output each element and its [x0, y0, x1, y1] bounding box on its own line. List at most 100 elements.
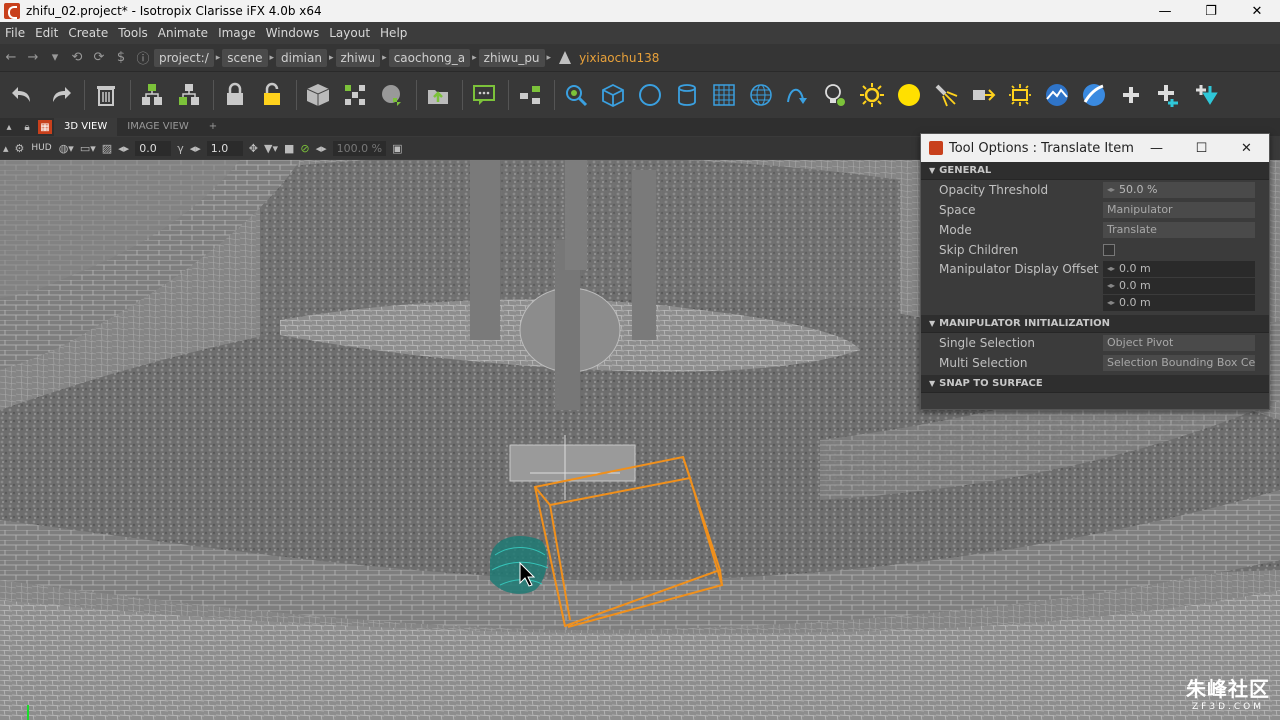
history-dropdown-icon[interactable]: ▾: [44, 47, 66, 69]
breadcrumb-project[interactable]: project:/: [154, 48, 214, 67]
breadcrumb-zhiwu-pu[interactable]: zhiwu_pu: [478, 48, 545, 67]
resolution-field[interactable]: 100.0 %: [332, 140, 387, 156]
refresh-icon[interactable]: ⟲: [66, 47, 88, 69]
skip-children-checkbox[interactable]: [1103, 244, 1115, 256]
sync-icon[interactable]: ⟳: [88, 47, 110, 69]
restore-button[interactable]: ❐: [1188, 0, 1234, 22]
breadcrumb-current[interactable]: yixiaochu138: [557, 50, 659, 66]
menu-tools[interactable]: Tools: [113, 26, 153, 40]
add-tab-button[interactable]: +: [199, 118, 227, 136]
opacity-threshold-field[interactable]: ◂▸ 50.0 %: [1103, 182, 1255, 198]
combiner-icon[interactable]: [338, 78, 372, 112]
multi-selection-dropdown[interactable]: Selection Bounding Box Cer: [1103, 355, 1255, 371]
snapshot-icon[interactable]: ▣: [392, 142, 402, 155]
back-arrow-icon[interactable]: ←: [0, 47, 22, 69]
viewport-menu-icon[interactable]: ▦: [38, 120, 52, 134]
slider-arrows-icon[interactable]: ◂▸: [316, 142, 327, 155]
pin-small-icon[interactable]: ▴: [3, 142, 9, 155]
slider-arrows-icon[interactable]: ◂▸: [190, 142, 201, 155]
close-button[interactable]: ✕: [1234, 0, 1280, 22]
settings-icon[interactable]: ⚙: [15, 142, 25, 155]
lock-icon[interactable]: [218, 78, 252, 112]
offset-y-field[interactable]: ◂▸ 0.0 m: [1103, 277, 1255, 294]
spot-light-icon[interactable]: [929, 78, 963, 112]
delete-icon[interactable]: [89, 78, 123, 112]
panel-minimize-button[interactable]: —: [1134, 141, 1179, 156]
slider-arrows-icon[interactable]: ◂▸: [1103, 182, 1119, 198]
box-icon[interactable]: [596, 78, 630, 112]
info-icon[interactable]: ⓘ: [132, 47, 154, 69]
tab-3d-view[interactable]: 3D VIEW: [54, 118, 118, 136]
panel-title-bar[interactable]: Tool Options : Translate Item — ☐ ✕: [921, 134, 1269, 162]
drop-to-ground-icon[interactable]: [1188, 78, 1222, 112]
comment-icon[interactable]: [467, 78, 501, 112]
ungroup-icon[interactable]: [172, 78, 206, 112]
breadcrumb-scene[interactable]: scene: [222, 48, 268, 67]
pin-icon[interactable]: ▴: [2, 120, 16, 134]
section-general[interactable]: ▼ GENERAL: [921, 162, 1269, 180]
forward-arrow-icon[interactable]: →: [22, 47, 44, 69]
sky-light-icon[interactable]: [1077, 78, 1111, 112]
slider-arrows-icon[interactable]: ◂▸: [1103, 261, 1119, 277]
environment-light-icon[interactable]: [1040, 78, 1074, 112]
breadcrumb-caochong[interactable]: caochong_a: [388, 48, 471, 67]
section-snap-to-surface[interactable]: ▼ SNAP TO SURFACE: [921, 375, 1269, 393]
menu-animate[interactable]: Animate: [153, 26, 213, 40]
sphere-icon[interactable]: [633, 78, 667, 112]
shading-mode-icon[interactable]: ◍▾: [59, 142, 74, 155]
point-light-icon[interactable]: [892, 78, 926, 112]
slider-arrows-icon[interactable]: ◂▸: [1103, 295, 1119, 311]
hud-toggle[interactable]: HUD: [31, 143, 51, 153]
space-dropdown[interactable]: Manipulator: [1103, 202, 1255, 218]
panel-close-button[interactable]: ✕: [1224, 141, 1269, 156]
hierarchy-icon[interactable]: [513, 78, 547, 112]
slider-arrows-icon[interactable]: ◂▸: [118, 142, 129, 155]
redo-icon[interactable]: [43, 78, 77, 112]
exposure-field[interactable]: 0.0: [135, 140, 172, 156]
plus-cross-icon[interactable]: [1114, 78, 1148, 112]
export-icon[interactable]: [421, 78, 455, 112]
section-manipulator-initialization[interactable]: ▼ MANIPULATOR INITIALIZATION: [921, 315, 1269, 333]
grid-icon[interactable]: [707, 78, 741, 112]
minimize-button[interactable]: —: [1142, 0, 1188, 22]
group-icon[interactable]: [135, 78, 169, 112]
panel-maximize-button[interactable]: ☐: [1179, 141, 1224, 156]
dollar-icon[interactable]: $: [110, 47, 132, 69]
add-locator-icon[interactable]: [1151, 78, 1185, 112]
filter-icon[interactable]: ▼▾: [264, 142, 278, 155]
tab-image-view[interactable]: IMAGE VIEW: [117, 118, 198, 136]
unlock-icon[interactable]: [255, 78, 289, 112]
menu-help[interactable]: Help: [375, 26, 412, 40]
menu-image[interactable]: Image: [213, 26, 261, 40]
directional-light-icon[interactable]: [966, 78, 1000, 112]
transform-icon[interactable]: ✥: [249, 142, 258, 155]
menu-layout[interactable]: Layout: [324, 26, 375, 40]
cylinder-icon[interactable]: [670, 78, 704, 112]
display-mode-icon[interactable]: ▭▾: [80, 142, 96, 155]
globe-icon[interactable]: [744, 78, 778, 112]
sun-light-icon[interactable]: [855, 78, 889, 112]
menu-file[interactable]: File: [0, 26, 30, 40]
wireframe-icon[interactable]: ▨: [102, 142, 112, 155]
gamma-icon[interactable]: γ: [177, 142, 184, 155]
undo-icon[interactable]: [6, 78, 40, 112]
breadcrumb-zhiwu[interactable]: zhiwu: [335, 48, 381, 67]
scatterer-icon[interactable]: [559, 78, 593, 112]
offset-x-field[interactable]: ◂▸ 0.0 m: [1103, 260, 1255, 277]
mode-dropdown[interactable]: Translate: [1103, 222, 1255, 238]
menu-windows[interactable]: Windows: [261, 26, 325, 40]
breadcrumb-dimian[interactable]: dimian: [276, 48, 327, 67]
light-bulb-icon[interactable]: [818, 78, 852, 112]
area-light-icon[interactable]: [1003, 78, 1037, 112]
render-toggle-icon[interactable]: ⊘: [300, 142, 309, 155]
single-selection-dropdown[interactable]: Object Pivot: [1103, 335, 1255, 351]
gamma-field[interactable]: 1.0: [206, 140, 243, 156]
camera-icon[interactable]: ■: [284, 142, 294, 155]
lock-small-icon[interactable]: 🔒︎: [20, 120, 34, 134]
menu-edit[interactable]: Edit: [30, 26, 63, 40]
import-icon[interactable]: [375, 78, 409, 112]
menu-create[interactable]: Create: [63, 26, 113, 40]
curve-icon[interactable]: [781, 78, 815, 112]
slider-arrows-icon[interactable]: ◂▸: [1103, 278, 1119, 294]
context-icon[interactable]: [301, 78, 335, 112]
